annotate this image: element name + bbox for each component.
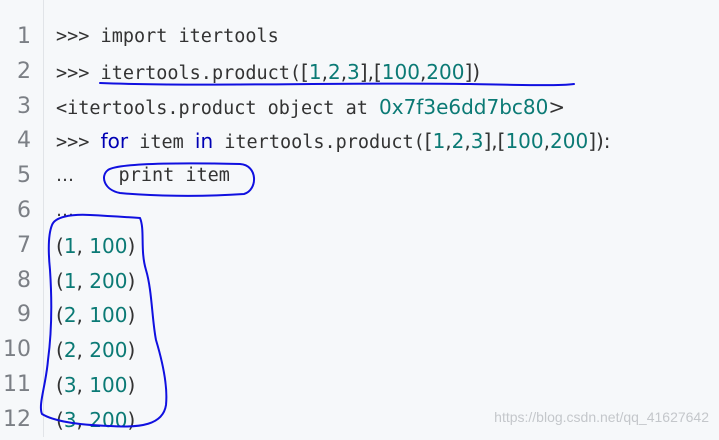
code-line-2: >>> itertools.product([1,2,3],[100,200]) xyxy=(56,55,719,90)
line-number: 3 xyxy=(17,93,31,119)
code-text: item xyxy=(128,132,195,154)
line-number: 6 xyxy=(17,197,31,223)
code-text: print item xyxy=(74,165,230,187)
code-text: import itertools xyxy=(89,26,279,47)
output-line: (1, 100) xyxy=(56,229,719,264)
number: 100 xyxy=(381,59,420,84)
code-text: <itertools.product object at xyxy=(56,97,380,119)
code-line-6: … xyxy=(56,194,719,229)
number: 3 xyxy=(470,129,484,154)
number: 1 xyxy=(308,59,322,84)
output-line: (3, 100) xyxy=(56,368,719,403)
code-text: > xyxy=(548,94,566,119)
line-number: 11 xyxy=(3,371,31,397)
number: 200 xyxy=(89,407,128,432)
number: 2 xyxy=(63,338,77,363)
output-line: (1, 200) xyxy=(56,264,719,299)
code-line-4: >>> for item in itertools.product([1,2,3… xyxy=(56,124,719,159)
paren: ( xyxy=(56,268,64,293)
paren: ( xyxy=(56,407,64,432)
prompt: >>> xyxy=(56,26,90,47)
number: 100 xyxy=(505,129,544,154)
line-number: 5 xyxy=(17,163,31,189)
keyword-in: in xyxy=(194,129,214,154)
code-line-5: … print item xyxy=(56,159,719,194)
number: 200 xyxy=(426,59,465,84)
bracket: ]): xyxy=(588,129,611,154)
code-block: 1 2 3 4 5 6 7 8 9 10 11 12 >>> import it… xyxy=(0,0,719,437)
bracket: ]) xyxy=(464,59,481,84)
line-number: 8 xyxy=(17,267,31,293)
number: 1 xyxy=(63,268,77,293)
number: 2 xyxy=(327,59,341,84)
code-line-1: >>> import itertools xyxy=(56,20,719,55)
paren: ) xyxy=(127,268,136,293)
line-number: 9 xyxy=(17,302,31,328)
number: 200 xyxy=(550,129,589,154)
line-number: 7 xyxy=(17,232,31,258)
number: 100 xyxy=(89,372,128,397)
line-number: 1 xyxy=(17,24,31,49)
number: 2 xyxy=(63,303,77,328)
watermark: https://blog.csdn.net/qq_41627642 xyxy=(494,409,709,425)
bracket: [ xyxy=(424,129,433,154)
number: 1 xyxy=(432,129,446,154)
keyword-for: for xyxy=(100,129,129,154)
separator: , xyxy=(76,407,90,432)
number: 2 xyxy=(451,129,465,154)
number: 3 xyxy=(347,59,360,84)
separator: , xyxy=(76,338,90,363)
separator: , xyxy=(76,233,90,258)
number: 200 xyxy=(89,268,128,293)
line-number: 2 xyxy=(17,58,31,84)
paren: ( xyxy=(56,303,64,328)
code-text: itertools.product( xyxy=(89,62,302,84)
separator: , xyxy=(76,268,90,293)
prompt: >>> xyxy=(56,62,90,84)
paren: ) xyxy=(127,233,136,258)
paren: ( xyxy=(56,338,64,363)
line-number: 12 xyxy=(3,406,31,432)
prompt: >>> xyxy=(56,132,90,154)
paren: ) xyxy=(127,338,136,363)
code-text: itertools.product( xyxy=(213,132,425,154)
number: 3 xyxy=(63,372,77,397)
line-number-gutter: 1 2 3 4 5 6 7 8 9 10 11 12 xyxy=(0,0,44,437)
paren: ( xyxy=(56,372,64,397)
number: 200 xyxy=(89,338,128,363)
bracket: [ xyxy=(301,59,309,84)
line-number: 4 xyxy=(17,128,31,154)
line-number: 10 xyxy=(3,337,31,363)
bracket: ],[ xyxy=(359,59,382,84)
address: 0x7f3e6dd7bc80 xyxy=(379,94,549,119)
paren: ( xyxy=(56,233,64,258)
paren: ) xyxy=(127,303,136,328)
output-line: (2, 200) xyxy=(56,333,719,368)
output-line: (2, 100) xyxy=(56,298,719,333)
bracket: ],[ xyxy=(483,129,506,154)
number: 1 xyxy=(63,233,77,258)
code-line-3: <itertools.product object at 0x7f3e6dd7b… xyxy=(56,90,719,125)
number: 100 xyxy=(89,233,128,258)
continuation-prompt: … xyxy=(56,165,74,187)
code-lines: >>> import itertools >>> itertools.produ… xyxy=(44,0,719,437)
paren: ) xyxy=(127,372,136,397)
number: 100 xyxy=(89,303,128,328)
paren: ) xyxy=(127,407,136,432)
separator: , xyxy=(76,303,90,328)
number: 3 xyxy=(63,407,77,432)
separator: , xyxy=(76,372,90,397)
continuation-prompt: … xyxy=(56,199,74,221)
